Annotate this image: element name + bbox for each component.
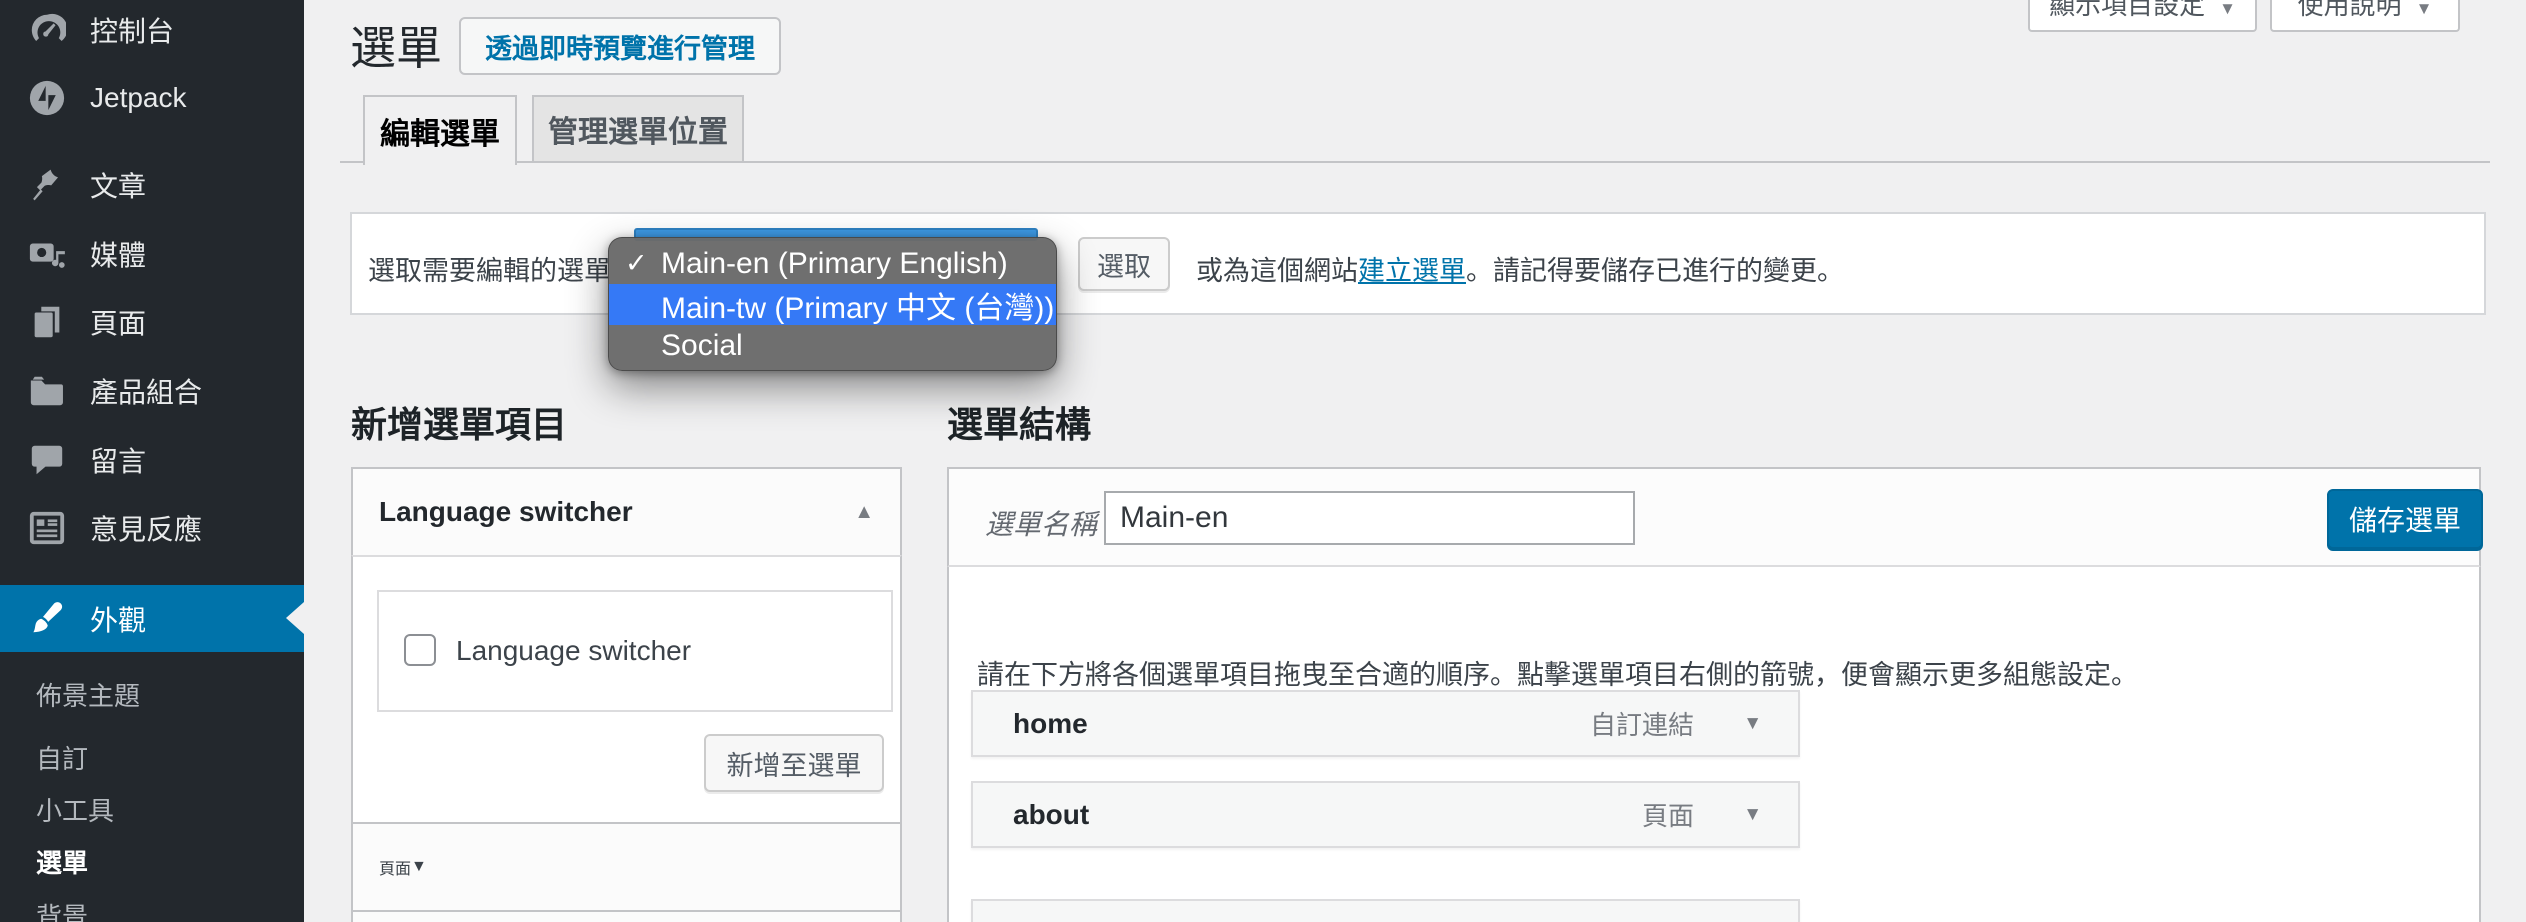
sidebar-item-label: 意見反應 xyxy=(90,508,202,548)
sidebar-item-label: 外觀 xyxy=(90,599,146,639)
pin-icon xyxy=(28,165,68,205)
checkmark-icon: ✓ xyxy=(625,248,648,279)
accordion-next-panel-partial[interactable] xyxy=(351,910,902,922)
dropdown-option-main-en[interactable]: ✓ Main-en (Primary English) xyxy=(609,243,1056,284)
dropdown-option-label: Main-en (Primary English) xyxy=(661,247,1008,281)
dropdown-option-label: Social xyxy=(661,329,743,363)
menu-item-title: about xyxy=(1013,799,1089,831)
admin-sidebar: 控制台 Jetpack 文章 媒體 頁面 xyxy=(0,0,304,922)
menu-item-about[interactable]: about 頁面 ▼ xyxy=(971,781,1800,848)
sidebar-item-label: 媒體 xyxy=(90,234,146,274)
chevron-down-icon: ▼ xyxy=(2416,0,2433,22)
page-title: 選單 xyxy=(350,12,442,78)
screen-options-toggle[interactable]: 顯示項目設定 ▼ xyxy=(2028,0,2257,32)
sidebar-subitem-background[interactable]: 背景 xyxy=(36,897,88,922)
sidebar-item-jetpack[interactable]: Jetpack xyxy=(0,66,304,130)
menu-item-home[interactable]: home 自訂連結 ▼ xyxy=(971,690,1800,757)
add-menu-items-heading: 新增選單項目 xyxy=(351,396,567,448)
sidebar-subitem-customize[interactable]: 自訂 xyxy=(36,739,88,776)
manage-with-live-preview-button[interactable]: 透過即時預覽進行管理 xyxy=(459,17,781,75)
sidebar-item-feedback[interactable]: 意見反應 xyxy=(0,496,304,560)
sidebar-item-media[interactable]: 媒體 xyxy=(0,222,304,286)
chevron-down-icon: ▼ xyxy=(2219,0,2236,22)
save-menu-button[interactable]: 儲存選單 xyxy=(2327,489,2483,549)
create-menu-text-before: 或為這個網站 xyxy=(1196,256,1358,286)
menu-item-type: 頁面 xyxy=(1642,914,1694,922)
sidebar-item-label: 頁面 xyxy=(90,302,146,342)
pages-icon xyxy=(28,302,68,342)
create-menu-sentence: 或為這個網站建立選單。請記得要儲存已進行的變更。 xyxy=(1196,249,1844,288)
sidebar-item-appearance[interactable]: 外觀 xyxy=(0,585,304,652)
menu-structure-heading: 選單結構 xyxy=(947,396,1091,448)
dropdown-option-main-tw[interactable]: Main-tw (Primary 中文 (台灣)) xyxy=(609,284,1056,325)
sidebar-item-portfolio[interactable]: 產品組合 xyxy=(0,359,304,423)
sidebar-item-label: 留言 xyxy=(90,440,146,480)
screen-options-label: 顯示項目設定 xyxy=(2049,0,2205,22)
menu-item-partial[interactable]: 頁面 ▼ xyxy=(971,899,1800,922)
menu-item-type: 自訂連結 xyxy=(1590,705,1694,742)
help-label: 使用說明 xyxy=(2298,0,2402,22)
sidebar-item-pages[interactable]: 頁面 xyxy=(0,290,304,354)
language-switcher-checkbox-label: Language switcher xyxy=(456,635,691,667)
menu-select-label: 選取需要編輯的選單 xyxy=(368,249,611,288)
sidebar-item-label: 控制台 xyxy=(90,10,174,50)
appearance-icon xyxy=(28,599,68,639)
select-menu-button[interactable]: 選取 xyxy=(1078,237,1170,291)
feedback-icon xyxy=(28,508,68,548)
menu-name-input[interactable] xyxy=(1104,491,1635,545)
wordpress-admin-menus-page: 控制台 Jetpack 文章 媒體 頁面 xyxy=(0,0,2526,922)
dropdown-option-label: Main-tw (Primary 中文 (台灣)) xyxy=(661,283,1054,327)
chevron-down-icon[interactable]: ▼ xyxy=(1743,713,1762,735)
sidebar-item-label: Jetpack xyxy=(90,82,187,114)
sidebar-subitem-menus[interactable]: 選單 xyxy=(36,843,88,880)
portfolio-icon xyxy=(28,371,68,411)
language-switcher-checkbox[interactable] xyxy=(404,634,436,666)
menu-name-label: 選單名稱 xyxy=(985,503,1097,543)
sidebar-item-label: 文章 xyxy=(90,165,146,205)
sidebar-subitem-widgets[interactable]: 小工具 xyxy=(36,791,114,828)
menu-select-open-dropdown: ✓ Main-en (Primary English) Main-tw (Pri… xyxy=(608,237,1057,371)
chevron-down-icon[interactable]: ▼ xyxy=(1743,804,1762,826)
help-toggle[interactable]: 使用說明 ▼ xyxy=(2270,0,2460,32)
create-menu-link[interactable]: 建立選單 xyxy=(1358,256,1466,286)
sidebar-item-comments[interactable]: 留言 xyxy=(0,428,304,492)
accordion-title: Language switcher xyxy=(379,496,633,528)
sidebar-subitem-themes[interactable]: 佈景主題 xyxy=(36,676,140,713)
chevron-up-icon: ▲ xyxy=(854,501,874,524)
dropdown-option-social[interactable]: Social xyxy=(609,325,1056,366)
current-menu-arrow xyxy=(286,602,304,634)
tab-edit-menus[interactable]: 編輯選單 xyxy=(363,95,517,165)
menu-item-title: home xyxy=(1013,708,1088,740)
accordion-language-switcher-header[interactable]: Language switcher ▲ xyxy=(351,467,902,557)
menu-item-type: 頁面 xyxy=(1642,796,1694,833)
accordion-pages-header[interactable]: 頁面 ▼ xyxy=(351,822,902,912)
add-to-menu-button[interactable]: 新增至選單 xyxy=(704,734,884,792)
chevron-down-icon: ▼ xyxy=(411,858,427,876)
drag-instruction-text: 請在下方將各個選單項目拖曳至合適的順序。點擊選單項目右側的箭號，便會顯示更多組態… xyxy=(977,653,2138,692)
accordion-title: 頁面 xyxy=(379,855,411,879)
jetpack-icon xyxy=(28,78,68,118)
comments-icon xyxy=(28,440,68,480)
sidebar-item-posts[interactable]: 文章 xyxy=(0,153,304,217)
tab-manage-locations[interactable]: 管理選單位置 xyxy=(532,95,744,163)
dashboard-icon xyxy=(28,10,68,50)
sidebar-item-label: 產品組合 xyxy=(90,371,202,411)
create-menu-text-after: 。請記得要儲存已進行的變更。 xyxy=(1466,256,1844,286)
sidebar-item-dashboard[interactable]: 控制台 xyxy=(0,0,304,62)
media-icon xyxy=(28,234,68,274)
